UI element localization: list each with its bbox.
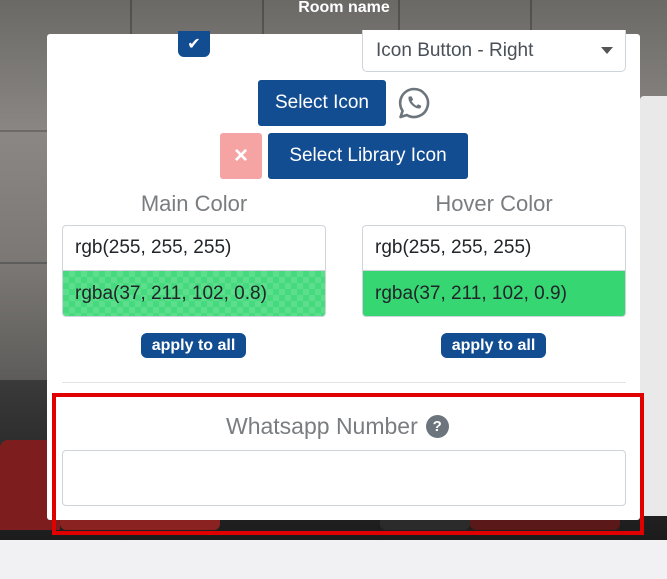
hover-color-swatch-input[interactable]: rgba(37, 211, 102, 0.9) — [362, 271, 626, 317]
icon-position-value: Icon Button - Right — [376, 39, 534, 61]
icon-position-select[interactable]: Icon Button - Right — [362, 30, 626, 72]
hover-apply-to-all-button[interactable]: apply to all — [441, 333, 546, 358]
hover-color-label: Hover Color — [435, 191, 553, 216]
hover-color-rgb-input[interactable]: rgb(255, 255, 255) — [362, 225, 626, 271]
caret-down-icon — [601, 47, 613, 54]
enable-checkbox[interactable]: ✔ — [178, 31, 210, 57]
main-color-swatch-input[interactable]: rgba(37, 211, 102, 0.8) — [62, 271, 326, 317]
check-icon: ✔ — [187, 36, 201, 53]
select-icon-button[interactable]: Select Icon — [258, 80, 386, 126]
main-color-rgb-input[interactable]: rgb(255, 255, 255) — [62, 225, 326, 271]
select-library-icon-button[interactable]: Select Library Icon — [268, 133, 468, 179]
room-name-title: Room name — [298, 0, 390, 16]
remove-icon-button[interactable]: × — [220, 133, 262, 179]
main-apply-to-all-button[interactable]: apply to all — [141, 333, 246, 358]
main-color-label: Main Color — [140, 191, 248, 216]
whatsapp-icon — [397, 86, 431, 120]
section-divider — [62, 382, 626, 383]
side-panel-edge — [640, 96, 667, 516]
bottom-bar — [0, 540, 667, 579]
highlight-box — [52, 393, 644, 535]
